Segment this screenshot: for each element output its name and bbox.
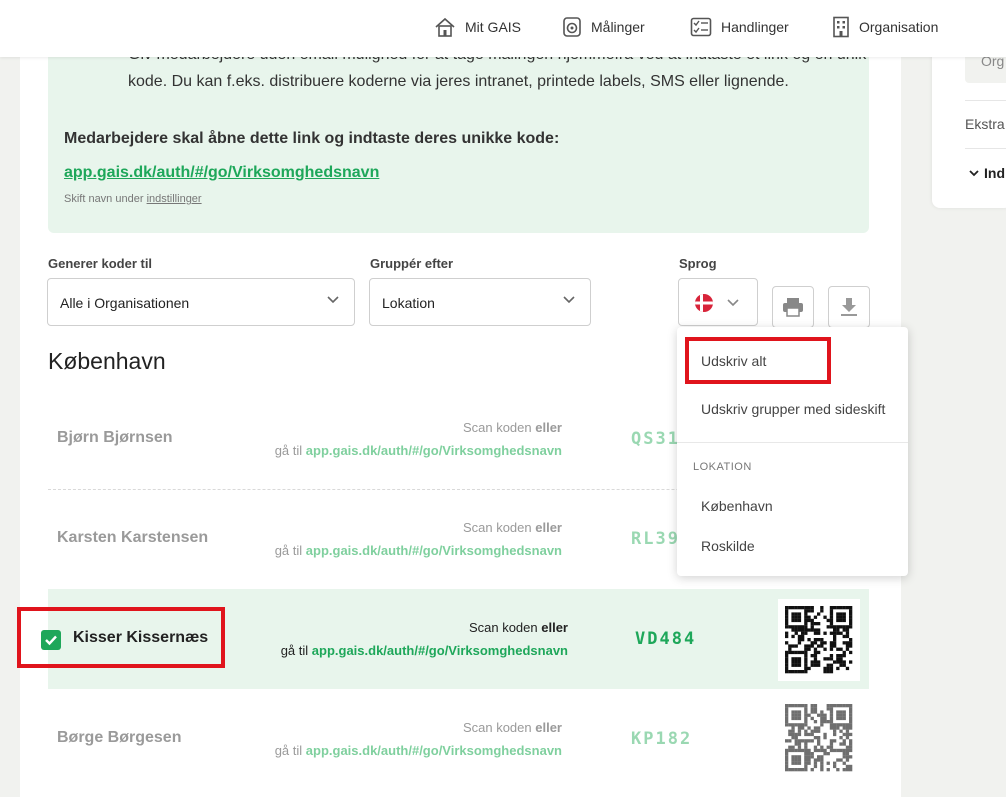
rename-hint: Skift navn under indstillinger xyxy=(64,193,202,205)
scan-or: eller xyxy=(541,620,568,635)
language-select[interactable] xyxy=(678,278,758,326)
access-code: VD484 xyxy=(635,629,697,649)
group-by-label: Gruppér efter xyxy=(370,256,454,271)
home-icon xyxy=(435,17,455,37)
annotation-highlight xyxy=(685,337,831,384)
generate-codes-label: Generer koder til xyxy=(48,256,153,271)
chevron-down-icon xyxy=(727,299,739,307)
checklist-icon xyxy=(690,17,712,37)
row-url: app.gais.dk/auth/#/go/Virksomghedsnavn xyxy=(305,543,562,558)
goto-instruction: gå til app.gais.dk/auth/#/go/Virksomghed… xyxy=(275,443,562,458)
scan-instruction: Scan koden eller xyxy=(463,420,562,435)
employee-name: Børge Børgesen xyxy=(57,729,182,746)
menu-section-heading: LOKATION xyxy=(693,461,752,473)
side-ind-label: Ind xyxy=(984,165,1005,181)
print-button[interactable] xyxy=(772,286,814,328)
row-url: app.gais.dk/auth/#/go/Virksomghedsnavn xyxy=(305,743,562,758)
scan-or: eller xyxy=(535,720,562,735)
side-extra-label: Ekstra xyxy=(965,116,1005,132)
nav-item-handlinger[interactable]: Handlinger xyxy=(690,14,789,40)
nav-label: Organisation xyxy=(859,19,939,35)
printer-icon xyxy=(783,298,803,317)
qr-code xyxy=(778,697,860,779)
info-instruction: Medarbejdere skal åbne dette link og ind… xyxy=(64,130,560,147)
scan-text: Scan koden xyxy=(462,720,532,735)
access-code: RL39 xyxy=(631,529,680,549)
goto-text: gå til xyxy=(274,543,303,558)
chevron-down-icon xyxy=(969,170,979,177)
employee-name: Karsten Karstensen xyxy=(57,529,209,546)
building-icon xyxy=(833,16,849,38)
chevron-down-icon xyxy=(327,296,339,304)
scan-text: Scan koden xyxy=(462,520,532,535)
scan-or: eller xyxy=(535,520,562,535)
download-button[interactable] xyxy=(828,286,870,328)
generate-codes-select[interactable]: Alle i Organisationen xyxy=(47,278,355,326)
goto-instruction: gå til app.gais.dk/auth/#/go/Virksomghed… xyxy=(281,643,568,658)
goto-text: gå til xyxy=(280,643,309,658)
location-heading: København xyxy=(48,348,166,374)
language-label: Sprog xyxy=(679,256,717,271)
group-by-value: Lokation xyxy=(382,295,435,311)
scan-instruction: Scan koden eller xyxy=(463,520,562,535)
scan-instruction: Scan koden eller xyxy=(463,720,562,735)
access-code: QS31 xyxy=(631,429,680,449)
chevron-down-icon xyxy=(563,296,575,304)
group-by-select[interactable]: Lokation xyxy=(369,278,591,326)
scan-text: Scan koden xyxy=(468,620,538,635)
qr-code xyxy=(778,599,860,681)
nav-label: Målinger xyxy=(591,19,645,35)
annotation-highlight xyxy=(17,607,225,668)
menu-item-location-roskilde[interactable]: Roskilde xyxy=(701,538,755,554)
danish-flag-icon xyxy=(695,294,713,312)
nav-item-organisation[interactable]: Organisation xyxy=(832,14,938,40)
row-url: app.gais.dk/auth/#/go/Virksomghedsnavn xyxy=(311,643,568,658)
rename-hint-text: Skift navn under xyxy=(64,193,144,205)
goto-instruction: gå til app.gais.dk/auth/#/go/Virksomghed… xyxy=(275,543,562,558)
go-link[interactable]: app.gais.dk/auth/#/go/Virksomghedsnavn xyxy=(64,164,379,182)
scan-text: Scan koden xyxy=(462,420,532,435)
scan-instruction: Scan koden eller xyxy=(469,620,568,635)
side-ind-toggle[interactable]: Ind xyxy=(968,165,1005,181)
nav-label: Mit GAIS xyxy=(465,19,522,35)
row-url: app.gais.dk/auth/#/go/Virksomghedsnavn xyxy=(305,443,562,458)
employee-row: Børge Børgesen Scan koden eller gå til a… xyxy=(48,689,869,789)
settings-link[interactable]: indstillinger xyxy=(147,193,202,205)
employee-name: Bjørn Bjørnsen xyxy=(57,429,173,446)
menu-divider xyxy=(677,442,908,443)
download-icon xyxy=(841,298,857,316)
goto-text: gå til xyxy=(274,443,303,458)
measurement-icon xyxy=(563,17,581,37)
generate-codes-value: Alle i Organisationen xyxy=(60,295,190,311)
divider xyxy=(965,148,1006,149)
goto-text: gå til xyxy=(274,743,303,758)
menu-item-location-kobenhavn[interactable]: København xyxy=(701,498,773,514)
nav-item-malinger[interactable]: Målinger xyxy=(562,14,645,40)
info-text-line-2: kode. Du kan f.eks. distribuere koderne … xyxy=(128,73,789,90)
goto-instruction: gå til app.gais.dk/auth/#/go/Virksomghed… xyxy=(275,743,562,758)
nav-label: Handlinger xyxy=(721,19,789,35)
menu-item-print-groups[interactable]: Udskriv grupper med sideskift xyxy=(701,401,885,417)
top-navigation: Mit GAIS Målinger Handlinger Organisatio… xyxy=(0,0,1006,57)
access-code: KP182 xyxy=(631,729,693,749)
divider xyxy=(965,100,1006,101)
scan-or: eller xyxy=(535,420,562,435)
nav-item-mit-gais[interactable]: Mit GAIS xyxy=(434,14,521,40)
